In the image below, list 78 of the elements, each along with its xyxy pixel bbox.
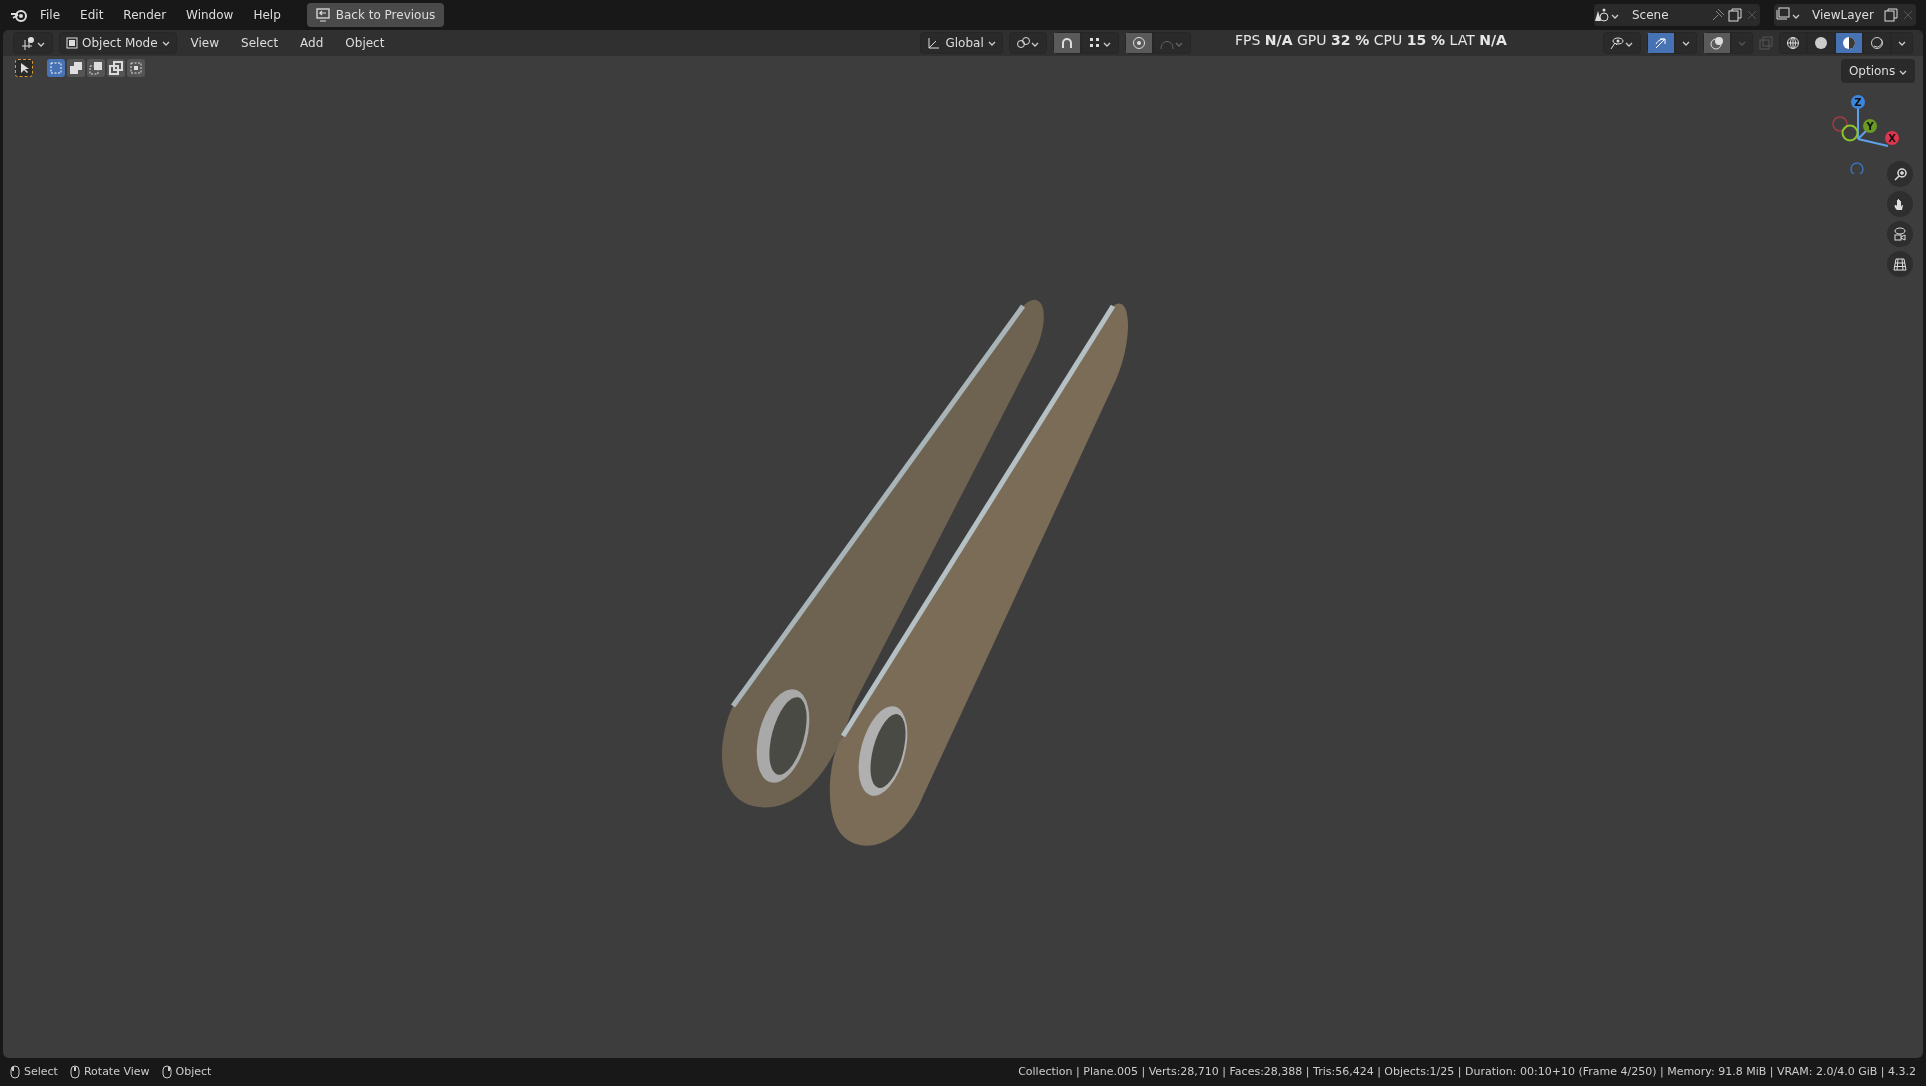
- rendered-shading-icon: [1870, 36, 1884, 50]
- menu-item[interactable]: Window: [178, 4, 242, 26]
- menu-item[interactable]: View: [182, 32, 228, 54]
- menu-item[interactable]: Edit: [72, 4, 112, 26]
- target-icon: [1131, 36, 1146, 50]
- magnet-icon: [1059, 36, 1074, 50]
- gizmo-toggle[interactable]: [1647, 32, 1675, 54]
- hint-label: Rotate View: [83, 1063, 150, 1080]
- editor-type-button[interactable]: [13, 32, 53, 54]
- shading-button[interactable]: [1779, 32, 1807, 54]
- proportional-toggle[interactable]: [1124, 32, 1153, 54]
- layers-icon[interactable]: [1774, 7, 1802, 23]
- axes-icon: [20, 36, 46, 50]
- menu-item[interactable]: Add: [292, 32, 332, 54]
- snap-toggle[interactable]: [1052, 32, 1081, 54]
- select-mode-button[interactable]: [127, 59, 145, 77]
- visibility-button[interactable]: [1603, 32, 1641, 54]
- caret-icon: [1738, 39, 1746, 47]
- eye-pointer-icon: [1610, 36, 1634, 50]
- back-button[interactable]: Back to Previous: [306, 3, 445, 27]
- menu-item[interactable]: Object: [337, 32, 393, 54]
- select-mode-button[interactable]: [107, 59, 125, 77]
- orientation-dropdown[interactable]: Global: [920, 32, 1003, 54]
- caret-icon: [987, 39, 996, 47]
- subtract-mode-icon: [89, 61, 103, 75]
- shading-button[interactable]: [1835, 32, 1863, 54]
- wireframe-shading-icon: [1786, 36, 1800, 50]
- pivot-button[interactable]: [1008, 32, 1047, 54]
- select-mode-button[interactable]: [87, 59, 105, 77]
- pin-icon[interactable]: [1710, 7, 1726, 23]
- hint-label: Select: [24, 1063, 58, 1080]
- overlay-icon: [1710, 36, 1724, 50]
- duplicate-icon[interactable]: [1726, 7, 1744, 23]
- navigation-button[interactable]: [1887, 251, 1913, 277]
- snap-target-button[interactable]: [1080, 32, 1119, 54]
- new-mode-icon: [49, 61, 63, 75]
- gizmo-arrow-icon: [1654, 36, 1668, 50]
- app-logo-icon: [10, 7, 28, 23]
- performance-overlay: FPS N/A GPU 32 % CPU 15 % LAT N/A: [1235, 31, 1507, 50]
- status-stats: Collection | Plane.005 | Verts:28,710 | Faces:28,388 | Tris:56,424 | Objects:1/25 | Duration: 00:10+10 (Frame 4/250) | Memory: 91.8 MiB | VRAM: 2.0/4.0 GiB | 4.3.2: [1018, 1063, 1916, 1080]
- cube-outline-icon: [66, 37, 78, 49]
- material-shading-icon: [1842, 36, 1856, 50]
- menu-item[interactable]: Render: [115, 4, 175, 26]
- intersect-mode-icon: [129, 61, 143, 75]
- camera-icon: [1893, 227, 1907, 241]
- mode-dropdown[interactable]: Object Mode: [59, 32, 177, 54]
- shading-dropdown[interactable]: [1891, 32, 1913, 54]
- zoom-icon: [1893, 167, 1907, 181]
- shading-button[interactable]: [1807, 32, 1835, 54]
- hint-label: Object: [175, 1063, 212, 1080]
- pivot-icon: [1015, 36, 1040, 50]
- select-tool-button[interactable]: [15, 59, 33, 77]
- screen-arrow-icon: [315, 8, 330, 22]
- mouse-icon: [161, 1065, 172, 1079]
- caret-icon: [1898, 39, 1906, 47]
- caret-icon: [161, 39, 170, 47]
- menu-item[interactable]: File: [32, 4, 69, 26]
- navigation-button[interactable]: [1887, 191, 1913, 217]
- grid-dots-icon: [1087, 36, 1112, 50]
- shading-button[interactable]: [1863, 32, 1891, 54]
- mouse-icon: [69, 1065, 80, 1079]
- select-mode-button[interactable]: [67, 59, 85, 77]
- duplicate-icon[interactable]: [1882, 7, 1900, 23]
- mouse-icon: [10, 1065, 20, 1079]
- navigation-button[interactable]: [1887, 221, 1913, 247]
- menu-item[interactable]: Help: [245, 4, 289, 26]
- difference-mode-icon: [109, 61, 123, 75]
- overlay-toggle[interactable]: [1703, 32, 1731, 54]
- solid-shading-icon: [1814, 36, 1828, 50]
- cursor-icon: [18, 62, 30, 74]
- select-mode-button[interactable]: [47, 59, 65, 77]
- extend-mode-icon: [69, 61, 83, 75]
- navigation-button[interactable]: [1887, 161, 1913, 187]
- options-dropdown[interactable]: Options: [1840, 59, 1915, 83]
- menu-item[interactable]: Select: [233, 32, 287, 54]
- axes-icon: [927, 36, 942, 50]
- caret-icon: [1682, 39, 1690, 47]
- grid-icon: [1893, 257, 1907, 271]
